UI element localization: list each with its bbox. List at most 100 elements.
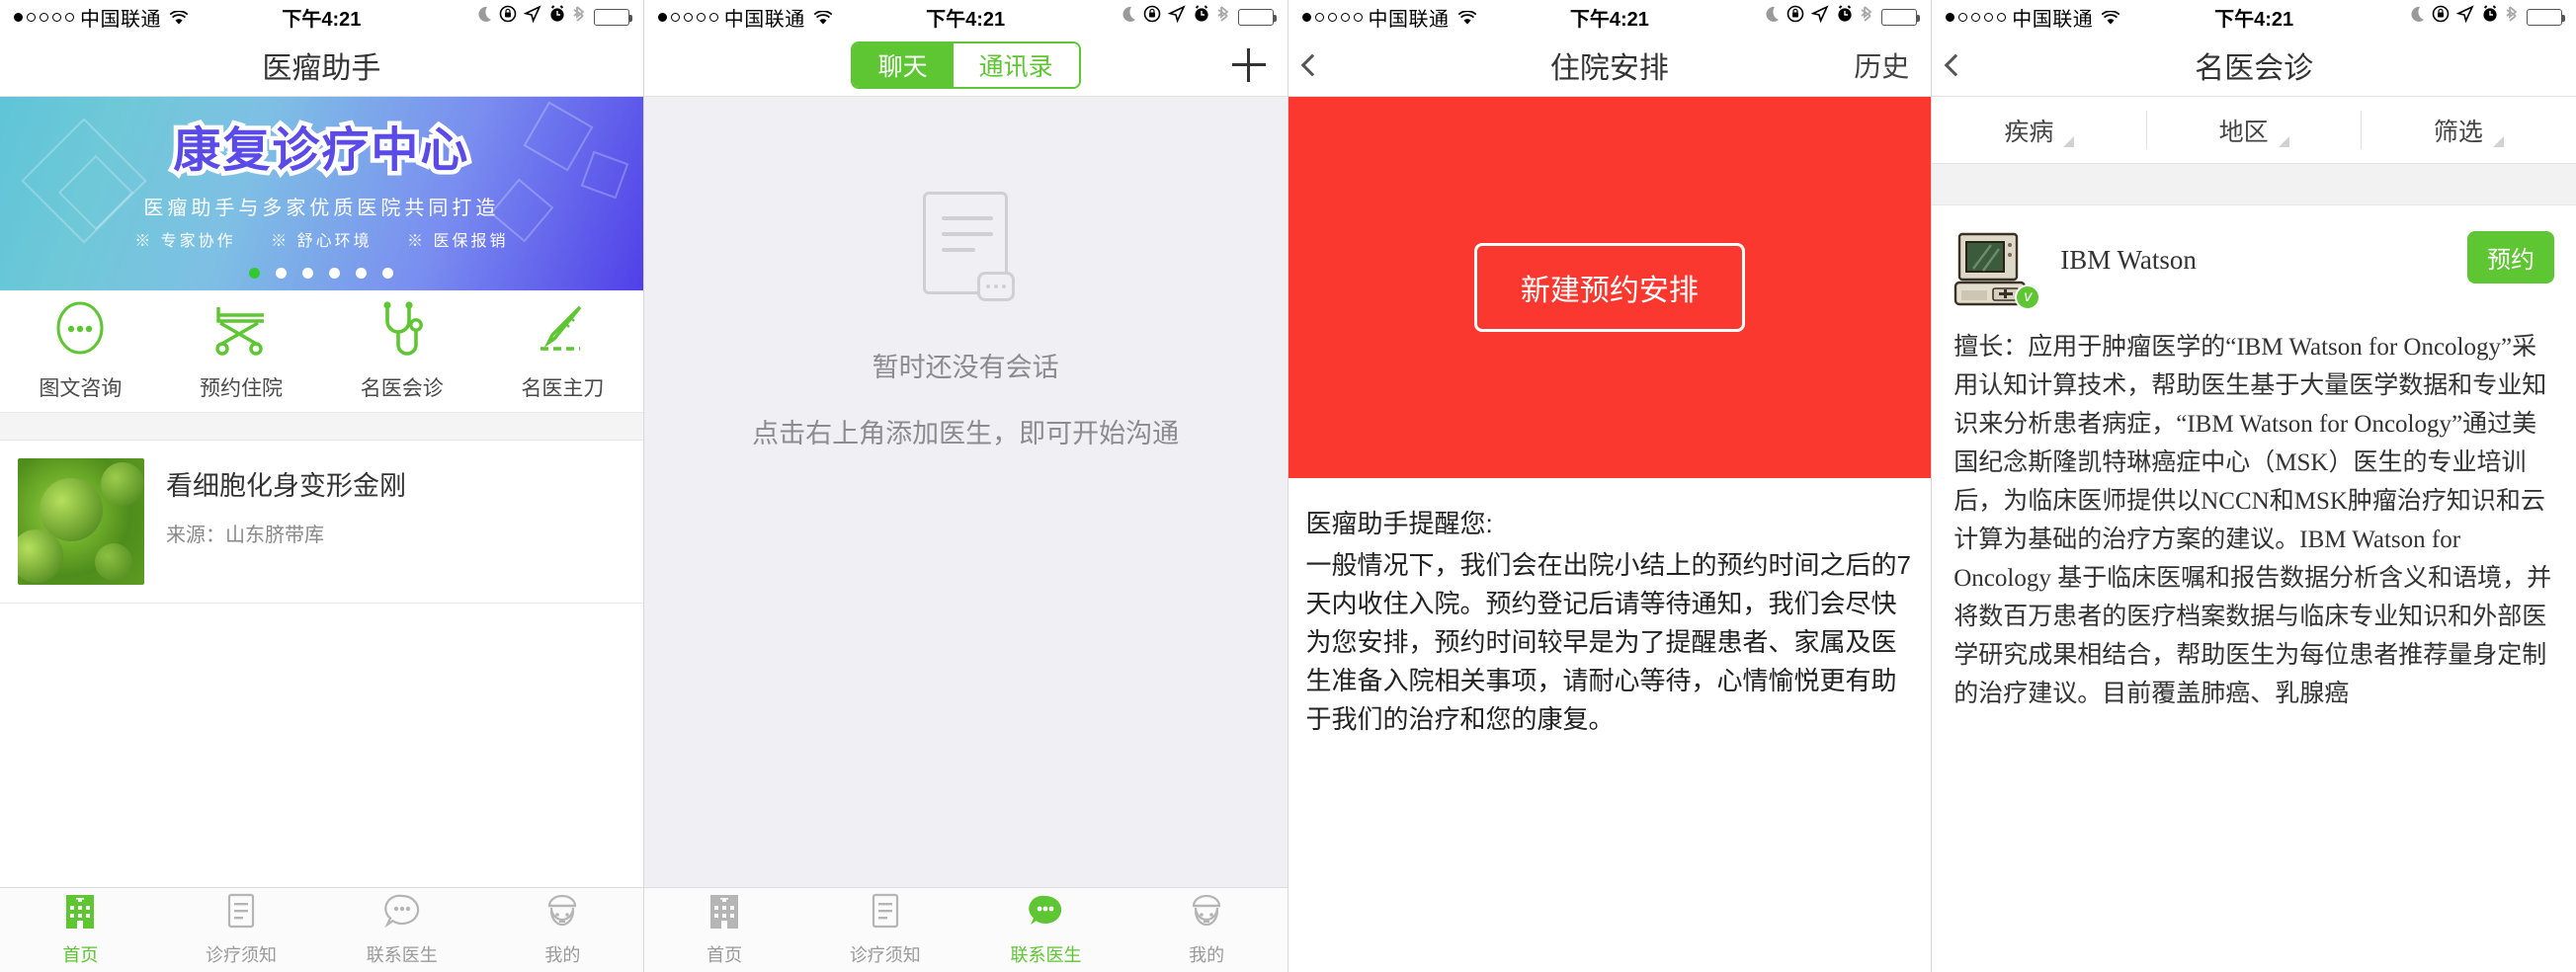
bluetooth-icon [1216, 5, 1231, 29]
screen-admission-schedule: 中国联通 下午4:21 住院安排 历史 新建预约安排 医瘤助手提醒您: 一般情况… [1288, 0, 1933, 972]
hospital-building-icon [63, 893, 97, 935]
news-source: 来源：山东脐带库 [166, 525, 324, 546]
rotation-lock-icon [1143, 5, 1161, 29]
quick-action-label: 预约住院 [200, 376, 284, 400]
bluetooth-icon [573, 5, 587, 29]
banner-subtitle: 医瘤助手与多家优质医院共同打造 [143, 198, 500, 219]
tab-label: 诊疗须知 [849, 945, 921, 965]
hospital-building-icon [707, 893, 741, 935]
doctor-card[interactable]: v IBM Watson 预约 擅长：应用于肿瘤医学的“IBM Watson f… [1932, 205, 2576, 713]
tab-contact-doctor[interactable]: 联系医生 [321, 893, 482, 967]
filter-label: 地区 [2218, 118, 2269, 146]
history-button[interactable]: 历史 [1854, 34, 1909, 96]
screen-home: 中国联通 下午4:21 医瘤助手 康复诊疗中心 医瘤助手与多家优质医院共同打造 … [0, 0, 644, 972]
back-button[interactable] [1300, 34, 1323, 96]
quick-action-label: 名医会诊 [360, 376, 444, 400]
banner-dot[interactable] [276, 268, 288, 279]
screen-chat-list: 中国联通 下午4:21 聊天 通讯录 暂时还没有会话 点击右上角添加医生，即可开… [643, 0, 1288, 972]
news-title: 看细胞化身变形金刚 [166, 471, 406, 501]
section-divider [1932, 164, 2576, 205]
status-bar-right [2408, 5, 2565, 29]
tab-contacts[interactable]: 通讯录 [953, 42, 1079, 87]
segmented-control[interactable]: 聊天 通讯录 [850, 40, 1081, 89]
alarm-clock-icon [1836, 5, 1854, 29]
news-thumbnail [18, 458, 144, 585]
tab-chat[interactable]: 聊天 [852, 42, 954, 87]
list-item-partial [0, 604, 643, 615]
notice-body: 一般情况下，我们会在出院小结上的预约时间之后的7天内收住入院。预约登记后请等待通… [1305, 550, 1911, 734]
banner-pagination[interactable] [0, 268, 643, 279]
quick-action-expert-surgery[interactable]: 名医主刀 [482, 301, 643, 402]
speech-bubble-dots-icon [1026, 893, 1065, 935]
add-doctor-button[interactable] [1231, 34, 1266, 96]
doctor-head-icon [1188, 893, 1225, 935]
rotation-lock-icon [2432, 5, 2450, 29]
doctor-name: IBM Watson [2060, 245, 2197, 275]
triangle-down-icon [2063, 136, 2075, 147]
filter-disease[interactable]: 疾病 [1932, 97, 2147, 163]
quick-action-book-admission[interactable]: 预约住院 [161, 301, 322, 402]
status-bar: 中国联通 下午4:21 [644, 0, 1288, 34]
filter-bar: 疾病 地区 筛选 [1932, 97, 2576, 164]
tab-mine[interactable]: 我的 [482, 893, 643, 967]
alarm-clock-icon [1193, 5, 1210, 29]
location-arrow-icon [523, 5, 541, 29]
tab-label: 联系医生 [366, 945, 438, 965]
alarm-clock-icon [548, 5, 566, 29]
empty-state: 暂时还没有会话 点击右上角添加医生，即可开始沟通 [643, 97, 1288, 887]
filter-region[interactable]: 地区 [2147, 97, 2363, 163]
tab-label: 我的 [1189, 945, 1225, 965]
quick-action-text-consult[interactable]: 图文咨询 [0, 301, 161, 402]
quick-actions-row: 图文咨询 预约住院 名医会诊 名医主刀 [0, 290, 643, 413]
battery-icon [1237, 8, 1277, 26]
banner-dot[interactable] [356, 268, 368, 279]
banner-dot[interactable] [302, 268, 314, 279]
tab-label: 首页 [62, 945, 99, 965]
promo-banner[interactable]: 康复诊疗中心 医瘤助手与多家优质医院共同打造 ※ 专家协作 ※ 舒心环境 ※ 医… [0, 97, 643, 290]
alarm-clock-icon [2481, 5, 2499, 29]
status-bar-right [1120, 5, 1277, 29]
location-arrow-icon [1167, 5, 1186, 29]
banner-dot[interactable] [329, 268, 341, 279]
rotation-lock-icon [499, 5, 517, 29]
document-icon [870, 893, 901, 935]
status-bar-right [475, 5, 632, 29]
nav-bar: 医瘤助手 [0, 34, 643, 97]
banner-dot[interactable] [382, 268, 394, 279]
tab-mine[interactable]: 我的 [1126, 893, 1288, 967]
quick-action-label: 图文咨询 [39, 376, 123, 400]
speech-bubble-dots-icon [382, 893, 422, 935]
stethoscope-icon [374, 300, 431, 364]
rotation-lock-icon [1787, 5, 1804, 29]
banner-feature-3: ※ 医保报销 [407, 233, 509, 250]
moon-icon [1120, 6, 1136, 29]
doctor-description: 擅长：应用于肿瘤医学的“IBM Watson for Oncology”采用认知… [1953, 334, 2552, 707]
tab-home[interactable]: 首页 [0, 893, 161, 967]
section-divider [0, 413, 643, 441]
banner-feature-2: ※ 舒心环境 [271, 233, 373, 250]
banner-features: ※ 专家协作 ※ 舒心环境 ※ 医保报销 [0, 227, 643, 251]
status-bar: 中国联通 下午4:21 [0, 0, 643, 34]
page-title: 医瘤助手 [262, 51, 381, 85]
screen-expert-consult: 中国联通 下午4:21 名医会诊 疾病 地区 筛选 v IBM Watson 预… [1932, 0, 2576, 972]
tab-bar: 首页 诊疗须知 联系医生 我的 [0, 887, 643, 972]
tab-contact-doctor[interactable]: 联系医生 [965, 893, 1126, 967]
filter-more[interactable]: 筛选 [2362, 97, 2576, 163]
retro-computer-icon: v [1953, 231, 2041, 310]
book-appointment-button[interactable]: 预约 [2467, 231, 2554, 284]
screenshot-root: 中国联通 下午4:21 医瘤助手 康复诊疗中心 医瘤助手与多家优质医院共同打造 … [0, 0, 2576, 972]
back-button[interactable] [1944, 34, 1967, 96]
triangle-down-icon [2492, 136, 2504, 147]
banner-dot[interactable] [249, 268, 261, 279]
tab-label: 首页 [706, 945, 743, 965]
tab-notice[interactable]: 诊疗须知 [161, 893, 322, 967]
location-arrow-icon [1810, 5, 1829, 29]
chat-bubble-dots-icon [53, 301, 107, 364]
news-text: 看细胞化身变形金刚 来源：山东脐带库 [166, 458, 406, 547]
tab-home[interactable]: 首页 [644, 893, 805, 967]
new-appointment-button[interactable]: 新建预约安排 [1473, 243, 1745, 332]
tab-notice[interactable]: 诊疗须知 [804, 893, 965, 967]
tab-label: 联系医生 [1010, 945, 1082, 965]
quick-action-expert-consult[interactable]: 名医会诊 [321, 300, 482, 402]
list-item[interactable]: 看细胞化身变形金刚 来源：山东脐带库 [0, 441, 643, 604]
